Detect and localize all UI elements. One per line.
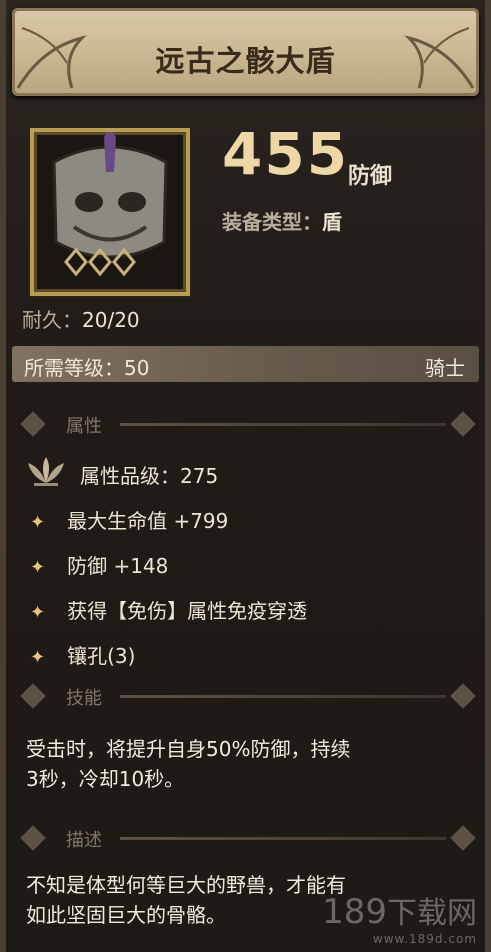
watermark-number: 189 — [322, 892, 387, 932]
watermark-url: www.189d.com — [372, 932, 477, 946]
diamond-icon — [20, 411, 46, 437]
attribute-text: 镶孔(3) — [67, 644, 136, 668]
title-banner: 远古之骸大盾 — [12, 8, 479, 96]
attribute-line: ✦ 获得【免伤】属性免疫穿透 — [30, 595, 307, 624]
skill-line: 受击时，将提升自身50%防御，持续 — [26, 737, 351, 761]
diamond-icon — [450, 825, 476, 851]
section-header-attributes: 属性 — [20, 411, 476, 438]
diamond-icon — [20, 825, 46, 851]
section-header-skill: 技能 — [20, 683, 476, 710]
attribute-grade: 属性品级：275 — [80, 464, 219, 488]
watermark-text: 下载网 — [387, 896, 477, 931]
durability: 耐久：20/20 — [22, 304, 140, 333]
site-watermark: 189下载网 www.189d.com — [322, 888, 477, 946]
skull-shield-icon — [52, 132, 168, 277]
diamond-icon — [450, 411, 476, 437]
attribute-text: 获得【免伤】属性免疫穿透 — [67, 599, 308, 623]
attribute-text: 防御 +148 — [67, 554, 169, 578]
divider — [120, 695, 446, 698]
defense-value: 455 — [222, 120, 350, 188]
star-bullet-icon: ✦ — [30, 557, 46, 578]
divider — [120, 837, 446, 840]
lotus-grade-icon — [28, 457, 64, 486]
star-bullet-icon: ✦ — [30, 602, 46, 623]
section-header-description: 描述 — [20, 825, 476, 852]
skill-description: 受击时，将提升自身50%防御，持续 3秒，冷却10秒。 — [26, 734, 466, 794]
attribute-line: ✦ 防御 +148 — [30, 550, 168, 579]
equip-type: 装备类型：盾 — [222, 206, 342, 235]
equip-type-label: 装备类型： — [222, 210, 322, 234]
required-level: 所需等级：50 — [24, 356, 150, 380]
item-name: 远古之骸大盾 — [155, 44, 336, 78]
attribute-text: 最大生命值 +799 — [67, 509, 229, 533]
section-label: 描述 — [66, 830, 102, 851]
diamond-icon — [450, 683, 476, 709]
divider — [120, 423, 446, 426]
diamond-icon — [20, 683, 46, 709]
item-icon-frame — [30, 128, 190, 296]
equip-type-value: 盾 — [322, 210, 342, 234]
durability-label: 耐久： — [22, 308, 82, 332]
section-label: 技能 — [66, 688, 102, 709]
attribute-line: ✦ 镶孔(3) — [30, 640, 135, 669]
attribute-line: ✦ 最大生命值 +799 — [30, 505, 228, 534]
star-bullet-icon: ✦ — [30, 512, 46, 533]
star-bullet-icon: ✦ — [30, 647, 46, 668]
required-class: 骑士 — [425, 356, 465, 380]
level-requirement-bar: 所需等级：50 骑士 — [12, 346, 479, 382]
skill-line: 3秒，冷却10秒。 — [26, 767, 185, 791]
durability-value: 20/20 — [82, 308, 140, 332]
defense-unit: 防御 — [348, 164, 393, 189]
section-label: 属性 — [66, 416, 102, 437]
